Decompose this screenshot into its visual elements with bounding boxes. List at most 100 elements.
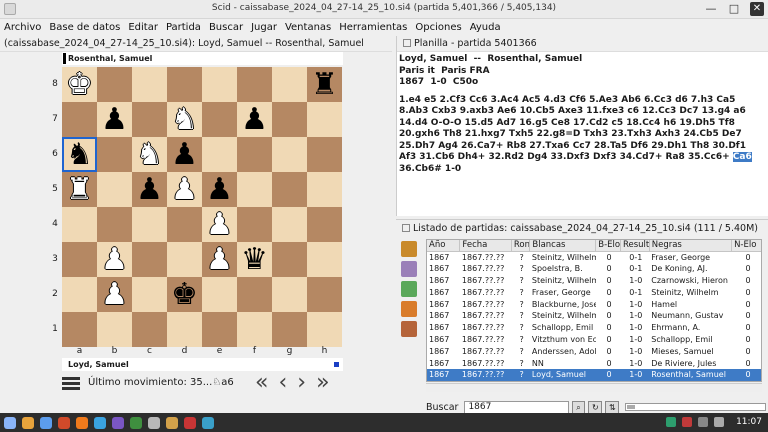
table-row[interactable]: 1867 1867.??.??? Steinitz, Wilhelm 0 1-0 Neum…	[427, 310, 761, 322]
square-f4[interactable]	[237, 207, 272, 242]
black-rook-icon[interactable]: ♜	[311, 67, 338, 102]
square-f7[interactable]: ♟	[237, 102, 272, 137]
table-row[interactable]: 1867 1867.??.??? Steinitz, Wilhelm 0 1-0 Czar…	[427, 275, 761, 287]
white-pawn-icon[interactable]: ♟	[206, 207, 233, 242]
files-icon[interactable]	[22, 416, 34, 429]
network-icon[interactable]	[698, 417, 708, 427]
square-f1[interactable]	[237, 312, 272, 347]
column-header[interactable]: Ron	[511, 240, 531, 252]
square-b7[interactable]: ♟	[97, 102, 132, 137]
square-a8[interactable]: ♚	[62, 67, 97, 102]
table-row[interactable]: 1867 1867.??.??? NN 0 1-0 De Riviere, Jules 0	[427, 357, 761, 369]
app-icon-blue[interactable]	[202, 416, 214, 429]
black-king-icon[interactable]: ♚	[171, 277, 198, 312]
app-icon-purple[interactable]	[112, 416, 124, 429]
menu-item-archivo[interactable]: Archivo	[4, 22, 41, 33]
square-f2[interactable]	[237, 277, 272, 312]
table-row[interactable]: 1867 1867.??.??? Steinitz, Wilhelm 0 0-1 Fras…	[427, 251, 761, 263]
white-pawn-icon[interactable]: ♟	[171, 172, 198, 207]
white-pawn-icon[interactable]: ♟	[101, 242, 128, 277]
column-header[interactable]: Fecha	[459, 240, 512, 252]
app-icon-green[interactable]	[130, 416, 142, 429]
book-icon[interactable]	[401, 241, 417, 257]
minimize-icon[interactable]: —	[704, 2, 718, 16]
black-pawn-icon[interactable]: ♟	[136, 172, 163, 207]
search-input[interactable]: 1867	[464, 400, 569, 414]
pgn-moves[interactable]: 1.e4 e5 2.Cf3 Cc6 3.Ac4 Ac5 4.d3 Cf6 5.A…	[399, 95, 766, 176]
menu-item-opciones[interactable]: Opciones	[415, 22, 461, 33]
square-b5[interactable]	[97, 172, 132, 207]
white-pawn-icon[interactable]: ♟	[101, 277, 128, 312]
square-b1[interactable]	[97, 312, 132, 347]
square-e1[interactable]	[202, 312, 237, 347]
square-c3[interactable]	[132, 242, 167, 277]
close-icon[interactable]: ✕	[750, 2, 764, 16]
square-g3[interactable]	[272, 242, 307, 277]
square-d5[interactable]: ♟	[167, 172, 202, 207]
scid-icon[interactable]	[148, 416, 160, 429]
menu-item-base-de-datos[interactable]: Base de datos	[49, 22, 120, 33]
square-a4[interactable]	[62, 207, 97, 242]
pgn-text[interactable]: Loyd, Samuel -- Rosenthal, Samuel Paris i…	[397, 52, 768, 177]
moves-before[interactable]: 1.e4 e5 2.Cf3 Cc6 3.Ac4 Ac5 4.d3 Cf6 5.A…	[399, 95, 749, 163]
square-g6[interactable]	[272, 137, 307, 172]
square-d6[interactable]: ♟	[167, 137, 202, 172]
square-g2[interactable]	[272, 277, 307, 312]
menu-item-editar[interactable]: Editar	[128, 22, 158, 33]
go-start-icon[interactable]: «	[255, 372, 268, 394]
square-h2[interactable]	[307, 277, 342, 312]
brave-icon[interactable]	[58, 416, 70, 429]
table-row[interactable]: 1867 1867.??.??? Vitzthum von Ecks 0 1-0 Scha…	[427, 334, 761, 346]
white-rook-icon[interactable]: ♜	[66, 172, 93, 207]
square-c5[interactable]: ♟	[132, 172, 167, 207]
square-a1[interactable]	[62, 312, 97, 347]
table-row[interactable]: 1867 1867.??.??? Loyd, Samuel 0 1-0 Rosenthal…	[427, 368, 761, 381]
square-d7[interactable]: ♞	[167, 102, 202, 137]
square-h7[interactable]	[307, 102, 342, 137]
menu-item-ventanas[interactable]: Ventanas	[285, 22, 331, 33]
menu-item-partida[interactable]: Partida	[166, 22, 201, 33]
square-h1[interactable]	[307, 312, 342, 347]
volume-icon[interactable]	[714, 417, 724, 427]
square-f6[interactable]	[237, 137, 272, 172]
go-end-icon[interactable]: »	[316, 372, 329, 394]
start-menu-icon[interactable]	[4, 416, 16, 429]
square-h3[interactable]	[307, 242, 342, 277]
square-a2[interactable]	[62, 277, 97, 312]
square-d2[interactable]: ♚	[167, 277, 202, 312]
square-c1[interactable]	[132, 312, 167, 347]
square-c8[interactable]	[132, 67, 167, 102]
square-g8[interactable]	[272, 67, 307, 102]
menu-item-ayuda[interactable]: Ayuda	[470, 22, 501, 33]
column-header[interactable]: Resulta	[620, 240, 650, 252]
square-a6[interactable]: ♞	[62, 137, 97, 172]
square-h4[interactable]	[307, 207, 342, 242]
search-icon[interactable]: ⌕	[571, 400, 586, 414]
refresh-icon[interactable]: ↻	[588, 400, 603, 414]
black-pawn-icon[interactable]: ♟	[206, 172, 233, 207]
square-a5[interactable]: ♜	[62, 172, 97, 207]
white-pawn-icon[interactable]: ♟	[206, 242, 233, 277]
horizontal-scrollbar[interactable]	[426, 383, 762, 392]
square-g4[interactable]	[272, 207, 307, 242]
square-g7[interactable]	[272, 102, 307, 137]
square-c6[interactable]: ♞	[132, 137, 167, 172]
square-e3[interactable]: ♟	[202, 242, 237, 277]
column-header[interactable]: N-Elo	[731, 240, 761, 252]
telegram-icon[interactable]	[94, 416, 106, 429]
square-g1[interactable]	[272, 312, 307, 347]
square-d4[interactable]	[167, 207, 202, 242]
square-h8[interactable]: ♜	[307, 67, 342, 102]
forward-icon[interactable]: ›	[297, 372, 306, 394]
square-d3[interactable]	[167, 242, 202, 277]
white-knight-icon[interactable]: ♞	[136, 137, 163, 172]
square-c4[interactable]	[132, 207, 167, 242]
square-h6[interactable]	[307, 137, 342, 172]
square-e6[interactable]	[202, 137, 237, 172]
square-f5[interactable]	[237, 172, 272, 207]
square-b2[interactable]: ♟	[97, 277, 132, 312]
square-a7[interactable]	[62, 102, 97, 137]
square-b4[interactable]	[97, 207, 132, 242]
table-row[interactable]: 1867 1867.??.??? Spoelstra, B. 0 0-1 De Konin…	[427, 263, 761, 275]
stats-icon[interactable]	[401, 281, 417, 297]
